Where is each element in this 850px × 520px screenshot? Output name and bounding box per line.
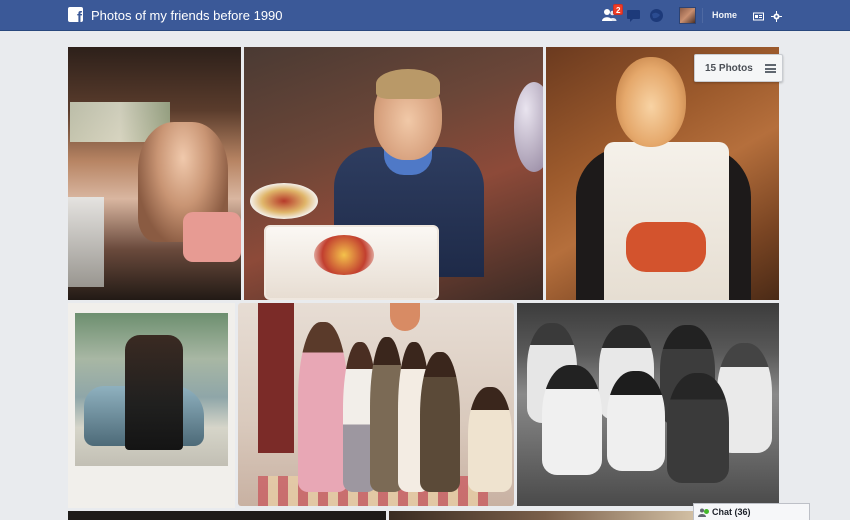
messages-icon[interactable] [625,7,642,24]
photo-thumbnail[interactable] [68,47,241,300]
account-settings-icon[interactable] [753,9,764,27]
notifications-icon[interactable] [648,7,665,24]
gear-icon[interactable] [771,9,782,27]
photo-thumbnail[interactable] [546,47,779,300]
top-bar: f Photos of my friends before 1990 2 Hom… [0,0,850,31]
photo-count-label: 15 Photos [705,63,753,74]
chat-tab[interactable]: Chat (36) [693,503,810,520]
photo-thumbnail[interactable] [517,303,779,506]
menu-icon [765,64,776,73]
photo-thumbnail[interactable] [244,47,543,300]
chat-label: Chat (36) [712,507,751,517]
photo-thumbnail[interactable] [238,303,514,506]
photo-thumbnail[interactable] [68,511,386,520]
facebook-logo-icon[interactable]: f [68,7,83,22]
avatar[interactable] [679,7,696,24]
photo-count-menu-button[interactable]: 15 Photos [694,54,783,82]
topbar-divider [702,8,703,23]
page-title: Photos of my friends before 1990 [91,8,283,23]
friend-requests-badge: 2 [613,4,624,15]
photo-thumbnail[interactable] [68,303,235,508]
online-status-dot [704,509,709,514]
home-link[interactable]: Home [712,10,737,20]
